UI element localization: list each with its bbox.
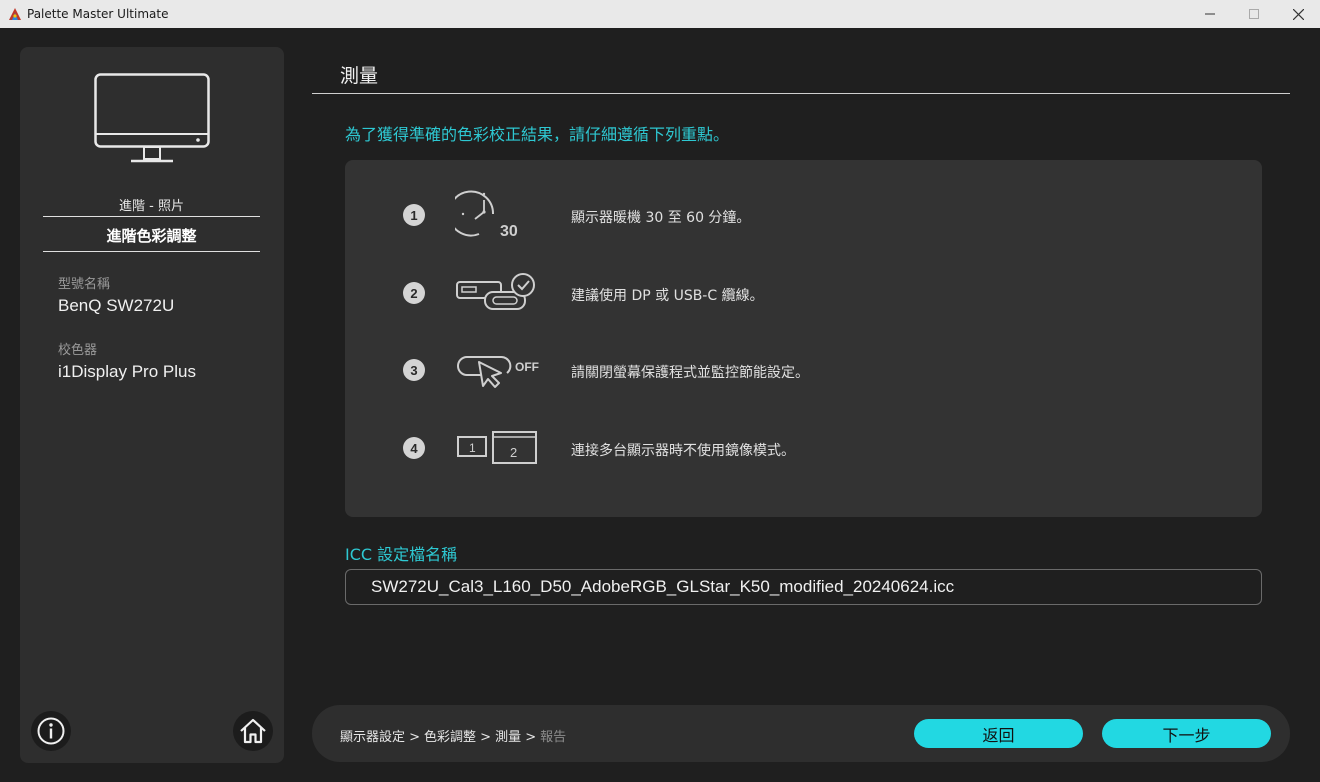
mode-label: 進階色彩調整	[106, 227, 197, 245]
minimize-icon	[1205, 13, 1215, 15]
minimize-button[interactable]	[1188, 0, 1232, 28]
info-icon	[37, 717, 65, 745]
bottom-bar: 顯示器設定 > 色彩調整 > 測量 > 報告 返回 下一步	[312, 705, 1290, 762]
monitor-icon	[94, 73, 210, 163]
page-title: 測量	[340, 65, 379, 87]
step-3-text: 請關閉螢幕保護程式並監控節能設定。	[571, 365, 809, 381]
calibrator-label: 校色器	[58, 343, 98, 358]
breadcrumb-measure: 測量 >	[495, 730, 537, 745]
step-1-text: 顯示器暖機 30 至 60 分鐘。	[571, 210, 751, 226]
back-button[interactable]: 返回	[914, 719, 1083, 748]
title-bar: Palette Master Ultimate	[0, 0, 1320, 28]
breadcrumb-color-adjust: 色彩調整 >	[424, 730, 492, 745]
icc-profile-label: ICC 設定檔名稱	[345, 545, 458, 564]
maximize-icon	[1249, 9, 1259, 19]
next-button[interactable]: 下一步	[1102, 719, 1271, 748]
instruction-text: 為了獲得準確的色彩校正結果，請仔細遵循下列重點。	[345, 125, 730, 144]
maximize-button[interactable]	[1232, 0, 1276, 28]
profile-label: 進階 - 照片	[119, 199, 184, 214]
model-name-value: BenQ SW272U	[58, 296, 175, 315]
breadcrumb-report: 報告	[540, 730, 567, 745]
step-2-text: 建議使用 DP 或 USB-C 纜線。	[571, 288, 764, 304]
window-title: Palette Master Ultimate	[27, 7, 169, 21]
step-3-number: 3	[403, 359, 425, 381]
home-button[interactable]	[233, 711, 273, 751]
sidebar: 進階 - 照片 進階色彩調整 型號名稱 BenQ SW272U 校色器 i1Di…	[20, 47, 284, 763]
cable-check-icon	[456, 273, 535, 310]
step-1-number: 1	[403, 204, 425, 226]
close-button[interactable]	[1276, 0, 1320, 28]
display-1-text: 1	[469, 441, 476, 455]
close-icon	[1292, 8, 1304, 20]
sidebar-divider-bottom	[43, 251, 260, 252]
info-button[interactable]	[31, 711, 71, 751]
model-name-label: 型號名稱	[58, 277, 111, 292]
power-off-icon: OFF	[457, 355, 539, 388]
step-4-number: 4	[403, 437, 425, 459]
step-2-number: 2	[403, 282, 425, 304]
sidebar-divider-top	[43, 216, 260, 217]
off-text: OFF	[515, 360, 539, 374]
breadcrumb: 顯示器設定 > 色彩調整 > 測量 > 報告	[340, 726, 566, 745]
multi-display-icon: 1 2	[457, 431, 537, 464]
clock-30-text: 30	[500, 223, 518, 240]
step-4-text: 連接多台顯示器時不使用鏡像模式。	[571, 443, 795, 459]
title-divider	[312, 93, 1290, 94]
home-icon	[240, 718, 266, 744]
steps-panel: 1 30 顯示器暖機 30 至 60 分鐘。 2 建議使用 DP 或 USB-C…	[345, 160, 1262, 517]
calibrator-value: i1Display Pro Plus	[58, 362, 196, 381]
clock-30-icon: 30	[455, 190, 518, 240]
icc-profile-name-input[interactable]	[345, 569, 1262, 605]
breadcrumb-display-settings: 顯示器設定 >	[340, 730, 421, 745]
display-2-text: 2	[510, 445, 517, 460]
app-logo-icon	[9, 8, 21, 20]
